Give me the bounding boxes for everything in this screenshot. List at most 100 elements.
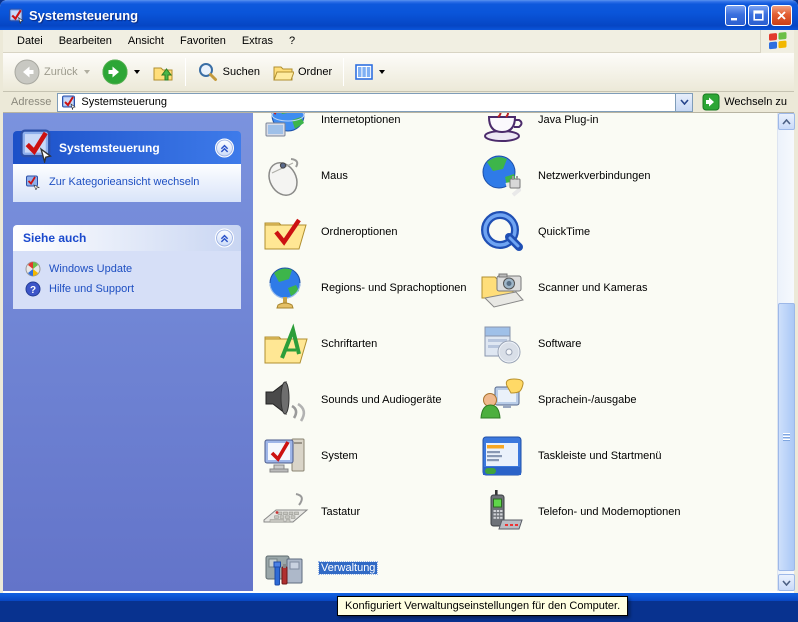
views-dropdown-caret-icon <box>379 70 385 74</box>
task-pane-sidebar: Systemsteuerung Zur Kategorieansicht wec… <box>3 113 253 591</box>
address-input[interactable] <box>81 95 671 110</box>
panel-siehe-auch: Siehe auch Windows Update? Hilfe und Supp… <box>13 225 241 309</box>
control-panel-item[interactable]: Ordneroptionen <box>261 204 478 260</box>
scrollbar-thumb[interactable] <box>778 303 795 571</box>
menu-item-help[interactable]: ? <box>281 32 303 50</box>
help-icon: ? <box>25 281 41 297</box>
scanner-camera-icon <box>478 264 526 312</box>
collapse-chevron-icon[interactable] <box>215 138 234 157</box>
menu-item-extras[interactable]: Extras <box>234 32 281 50</box>
control-panel-item-label[interactable]: Ordneroptionen <box>319 226 399 238</box>
control-panel-item[interactable]: Scanner und Kameras <box>478 260 777 316</box>
sounds-audio-icon <box>261 376 309 424</box>
back-button[interactable]: Zurück <box>9 56 95 88</box>
menu-item-datei[interactable]: Datei <box>9 32 51 50</box>
control-panel-item-label[interactable]: Sounds und Audiogeräte <box>319 394 444 406</box>
control-panel-item[interactable]: Verwaltung <box>261 540 478 591</box>
address-label: Adresse <box>11 96 51 108</box>
close-button[interactable] <box>771 5 792 26</box>
control-panel-item-label[interactable]: Sprachein-/ausgabe <box>536 394 638 406</box>
speech-icon <box>478 376 526 424</box>
control-panel-item-label[interactable]: Schriftarten <box>319 338 379 350</box>
mouse-icon <box>261 152 309 200</box>
control-panel-item[interactable]: Tastatur <box>261 484 478 540</box>
search-button[interactable]: Suchen <box>192 58 265 86</box>
control-panel-item-label[interactable]: QuickTime <box>536 226 592 238</box>
folders-button[interactable]: Ordner <box>267 58 337 86</box>
menu-item-bearbeiten[interactable]: Bearbeiten <box>51 32 120 50</box>
control-panel-item-label[interactable]: Maus <box>319 170 350 182</box>
sidebar-link[interactable]: Windows Update <box>25 259 235 279</box>
sidebar-link-label[interactable]: Windows Update <box>49 263 132 275</box>
control-panel-item[interactable]: Netzwerkverbindungen <box>478 148 777 204</box>
vertical-scrollbar[interactable] <box>777 113 794 591</box>
control-panel-icon <box>61 94 77 110</box>
taskbar-startmenu-icon <box>478 432 526 480</box>
maximize-button[interactable] <box>748 5 769 26</box>
control-panel-item[interactable]: Taskleiste und Startmenü <box>478 428 777 484</box>
menu-item-ansicht[interactable]: Ansicht <box>120 32 172 50</box>
forward-icon <box>102 59 128 85</box>
scroll-down-button[interactable] <box>778 574 795 591</box>
system-icon <box>261 432 309 480</box>
go-button[interactable]: Wechseln zu <box>699 92 792 112</box>
go-button-label: Wechseln zu <box>724 96 787 108</box>
control-panel-item[interactable]: System <box>261 428 478 484</box>
control-panel-item[interactable]: QuickTime <box>478 204 777 260</box>
control-panel-item-label[interactable]: Java Plug-in <box>536 114 601 126</box>
control-panel-item-label[interactable]: Telefon- und Modemoptionen <box>536 506 682 518</box>
control-panel-item-label[interactable]: Taskleiste und Startmenü <box>536 450 664 462</box>
back-button-label: Zurück <box>44 66 78 78</box>
search-button-label: Suchen <box>223 66 260 78</box>
minimize-button[interactable] <box>725 5 746 26</box>
control-panel-item-label[interactable]: Scanner und Kameras <box>536 282 649 294</box>
control-panel-item-label[interactable]: Internetoptionen <box>319 114 403 126</box>
sidebar-link-label[interactable]: Zur Kategorieansicht wechseln <box>49 176 199 188</box>
windows-update-icon <box>25 261 41 277</box>
collapse-chevron-icon[interactable] <box>215 229 234 248</box>
tooltip: Konfiguriert Verwaltungseinstellungen fü… <box>337 596 628 616</box>
control-panel-item-label[interactable]: System <box>319 450 360 462</box>
control-panel-item[interactable]: Regions- und Sprachoptionen <box>261 260 478 316</box>
control-panel-window: Systemsteuerung DateiBearbeitenAnsichtFa… <box>0 0 798 601</box>
menu-item-favoriten[interactable]: Favoriten <box>172 32 234 50</box>
admin-tools-icon <box>261 544 309 591</box>
control-panel-item[interactable]: Maus <box>261 148 478 204</box>
up-button[interactable] <box>147 58 179 86</box>
svg-text:?: ? <box>30 285 36 296</box>
control-panel-icon <box>18 126 55 163</box>
panel-siehe-auch-header[interactable]: Siehe auch <box>13 225 241 251</box>
control-panel-item[interactable]: Schriftarten <box>261 316 478 372</box>
toolbar: Zurück Suchen Ordner <box>3 53 794 92</box>
sidebar-link[interactable]: ? Hilfe und Support <box>25 279 235 299</box>
sidebar-link[interactable]: Zur Kategorieansicht wechseln <box>25 172 235 192</box>
fonts-icon <box>261 320 309 368</box>
panel-systemsteuerung-header[interactable]: Systemsteuerung <box>13 131 241 164</box>
scroll-up-button[interactable] <box>778 113 795 130</box>
panel-title: Siehe auch <box>13 231 86 245</box>
titlebar[interactable]: Systemsteuerung <box>0 0 798 30</box>
control-panel-item[interactable]: Sounds und Audiogeräte <box>261 372 478 428</box>
keyboard-icon <box>261 488 309 536</box>
up-folder-icon <box>152 61 174 83</box>
control-panel-item-label[interactable]: Netzwerkverbindungen <box>536 170 653 182</box>
address-dropdown-button[interactable] <box>675 94 692 111</box>
forward-button[interactable] <box>97 56 145 88</box>
control-panel-item[interactable]: Java Plug-in <box>478 113 777 148</box>
back-icon <box>14 59 40 85</box>
internet-options-icon <box>261 113 309 144</box>
control-panel-item[interactable]: Telefon- und Modemoptionen <box>478 484 777 540</box>
control-panel-item[interactable]: Internetoptionen <box>261 113 478 148</box>
control-panel-item-label[interactable]: Software <box>536 338 583 350</box>
address-bar: Adresse Wechseln zu <box>3 92 794 113</box>
sidebar-link-label[interactable]: Hilfe und Support <box>49 283 134 295</box>
address-combo[interactable] <box>57 93 693 112</box>
control-panel-item-label-selected[interactable]: Verwaltung <box>319 562 377 574</box>
control-panel-item-label[interactable]: Regions- und Sprachoptionen <box>319 282 469 294</box>
folder-icon <box>272 61 294 83</box>
folders-button-label: Ordner <box>298 66 332 78</box>
control-panel-item[interactable]: Software <box>478 316 777 372</box>
views-button[interactable] <box>350 60 390 84</box>
control-panel-item-label[interactable]: Tastatur <box>319 506 362 518</box>
control-panel-item[interactable]: Sprachein-/ausgabe <box>478 372 777 428</box>
